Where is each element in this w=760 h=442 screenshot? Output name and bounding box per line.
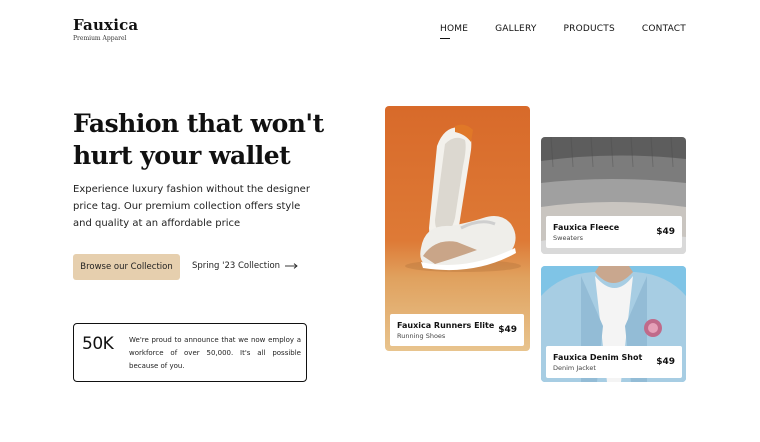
product-price: $49 xyxy=(656,357,675,367)
brand-logo[interactable]: Fauxica Premium Apparel xyxy=(73,16,138,42)
arrow-right-icon xyxy=(285,263,298,269)
product-name: Fauxica Runners Elite xyxy=(397,320,495,330)
workforce-stat-box: 50K We're proud to announce that we now … xyxy=(73,323,307,382)
spring-collection-label: Spring '23 Collection xyxy=(192,261,281,271)
browse-collection-button[interactable]: Browse our Collection xyxy=(73,254,180,280)
nav-gallery[interactable]: GALLERY xyxy=(495,24,536,34)
hero-description: Experience luxury fashion without the de… xyxy=(73,184,310,229)
product-price: $49 xyxy=(498,325,517,335)
brand-tagline: Premium Apparel xyxy=(73,35,127,42)
product-label-runners: Fauxica Runners Elite Running Shoes $49 xyxy=(390,314,524,346)
product-card-fleece[interactable]: Fauxica Fleece Sweaters $49 xyxy=(541,137,686,254)
nav-contact[interactable]: CONTACT xyxy=(642,24,686,34)
hero-title: Fashion that won't hurt your wallet xyxy=(73,109,324,170)
product-name: Fauxica Denim Shot xyxy=(553,352,643,362)
product-category: Sweaters xyxy=(553,233,584,242)
product-card-runners[interactable]: Fauxica Runners Elite Running Shoes $49 xyxy=(385,106,530,351)
product-label-fleece: Fauxica Fleece Sweaters $49 xyxy=(546,216,682,248)
product-card-denim[interactable]: Fauxica Denim Shot Denim Jacket $49 xyxy=(541,266,686,382)
main-nav: HOME GALLERY PRODUCTS CONTACT xyxy=(439,24,686,39)
stat-text: We're proud to announce that we now empl… xyxy=(129,336,301,370)
brand-name: Fauxica xyxy=(73,16,139,34)
product-name: Fauxica Fleece xyxy=(553,222,620,232)
product-price: $49 xyxy=(656,227,675,237)
product-category: Running Shoes xyxy=(397,331,446,340)
nav-products[interactable]: PRODUCTS xyxy=(564,24,615,34)
stat-number: 50K xyxy=(82,334,114,354)
nav-home[interactable]: HOME xyxy=(439,24,468,39)
product-category: Denim Jacket xyxy=(553,363,596,372)
spring-collection-link[interactable]: Spring '23 Collection xyxy=(192,261,298,271)
product-label-denim: Fauxica Denim Shot Denim Jacket $49 xyxy=(546,346,682,378)
